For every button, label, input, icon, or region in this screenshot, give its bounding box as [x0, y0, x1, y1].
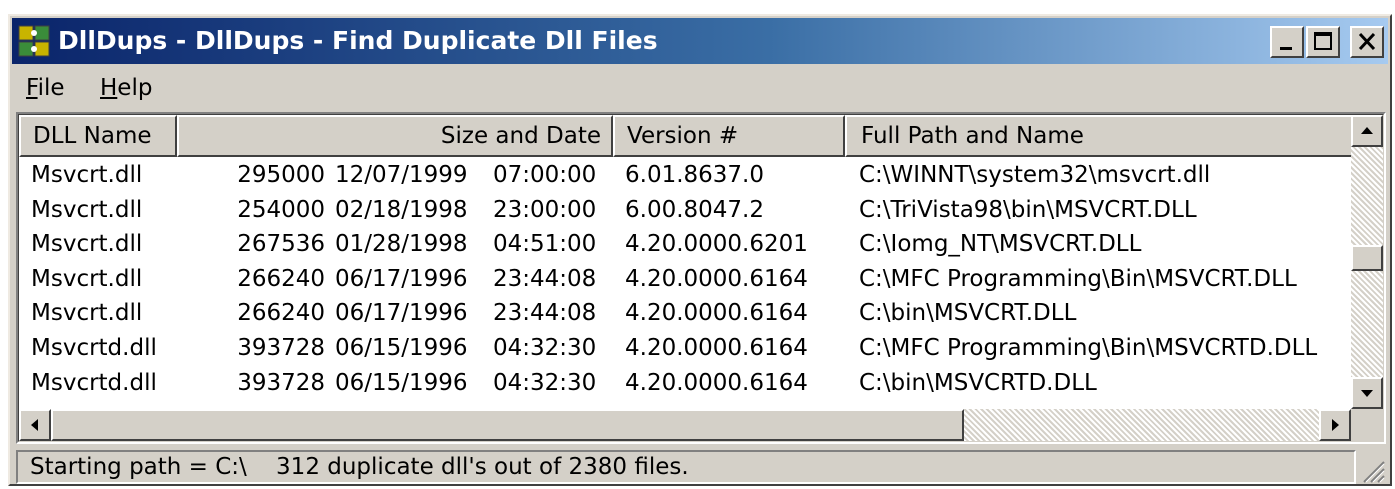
cell-version: 4.20.0000.6164 — [625, 334, 808, 361]
scroll-up-button[interactable] — [1351, 115, 1383, 147]
vertical-scrollbar[interactable] — [1351, 115, 1383, 409]
cell-size: 254000 — [237, 196, 325, 223]
menu-help-accel: H — [100, 75, 118, 101]
cell-version: 4.20.0000.6164 — [625, 369, 808, 396]
horizontal-scroll-thumb[interactable] — [51, 409, 964, 441]
maximize-button[interactable] — [1306, 26, 1340, 58]
cell-date: 06/15/1996 — [335, 369, 468, 396]
cell-size: 393728 — [237, 369, 325, 396]
cell-version: 6.00.8047.2 — [625, 196, 764, 223]
menu-help[interactable]: Help — [100, 68, 152, 108]
cell-name: Msvcrtd.dll — [31, 369, 157, 396]
table-row[interactable]: Msvcrt.dll 266240 06/17/1996 23:44:08 4.20.0… — [19, 296, 1349, 331]
minimize-button[interactable] — [1270, 26, 1304, 58]
menu-help-label: elp — [117, 75, 153, 101]
cell-size: 267536 — [237, 231, 325, 258]
cell-date: 02/18/1998 — [335, 196, 468, 223]
cell-name: Msvcrtd.dll — [31, 334, 157, 361]
list-rows: Msvcrt.dll 295000 12/07/1999 07:00:00 6.01.8… — [19, 158, 1349, 400]
table-row[interactable]: Msvcrt.dll 295000 12/07/1999 07:00:00 6.01.8… — [19, 158, 1349, 193]
cell-path: C:\MFC Programming\Bin\MSVCRT.DLL — [859, 265, 1297, 292]
cell-date: 06/17/1996 — [335, 265, 468, 292]
arrow-up-icon — [1361, 127, 1373, 134]
cell-size: 266240 — [237, 265, 325, 292]
cell-name: Msvcrt.dll — [31, 300, 143, 327]
cell-version: 4.20.0000.6164 — [625, 300, 808, 327]
cell-version: 4.20.0000.6201 — [625, 231, 808, 258]
cell-version: 6.01.8637.0 — [625, 162, 764, 188]
column-header-full-path[interactable]: Full Path and Name — [845, 115, 1359, 157]
cell-name: Msvcrt.dll — [31, 162, 143, 188]
column-header-version[interactable]: Version # — [613, 115, 845, 157]
scrollbar-corner — [1351, 409, 1383, 441]
cell-date: 06/15/1996 — [335, 334, 468, 361]
main-window: DllDups - DllDups - Find Duplicate Dll F… — [8, 14, 1392, 486]
cell-name: Msvcrt.dll — [31, 265, 143, 292]
dll-puzzle-icon[interactable] — [18, 25, 50, 57]
cell-time: 04:51:00 — [493, 231, 597, 258]
menu-file-label: ile — [37, 75, 65, 101]
title-bar[interactable]: DllDups - DllDups - Find Duplicate Dll F… — [12, 18, 1388, 64]
cell-time: 23:44:08 — [493, 300, 597, 327]
status-text: Starting path = C:\ 312 duplicate dll's … — [16, 450, 1356, 484]
dll-list-view[interactable]: DLL Name Size and Date Version # Full Pa… — [16, 112, 1386, 444]
cell-path: C:\TriVista98\bin\MSVCRT.DLL — [859, 196, 1197, 223]
horizontal-scrollbar[interactable] — [19, 409, 1351, 441]
column-header-size-date[interactable]: Size and Date — [177, 115, 613, 157]
cell-time: 04:32:30 — [493, 334, 597, 361]
cell-size: 393728 — [237, 334, 325, 361]
minimize-icon — [1280, 47, 1292, 50]
table-row[interactable]: Msvcrt.dll 266240 06/17/1996 23:44:08 4.20.0… — [19, 262, 1349, 297]
cell-name: Msvcrt.dll — [31, 196, 143, 223]
maximize-icon — [1314, 32, 1332, 50]
cell-time: 04:32:30 — [493, 369, 597, 396]
cell-size: 295000 — [237, 162, 325, 188]
status-bar: Starting path = C:\ 312 duplicate dll's … — [16, 450, 1386, 484]
cell-size: 266240 — [237, 300, 325, 327]
cell-name: Msvcrt.dll — [31, 231, 143, 258]
cell-time: 23:44:08 — [493, 265, 597, 292]
cell-time: 07:00:00 — [493, 162, 597, 188]
resize-grip-icon[interactable] — [1356, 454, 1386, 484]
arrow-right-icon — [1332, 419, 1339, 431]
cell-path: C:\bin\MSVCRTD.DLL — [859, 369, 1097, 396]
vertical-scroll-thumb[interactable] — [1351, 244, 1383, 271]
table-row[interactable]: Msvcrtd.dll 393728 06/15/1996 04:32:30 4.20.… — [19, 331, 1349, 366]
cell-time: 23:00:00 — [493, 196, 597, 223]
cell-path: C:\WINNT\system32\msvcrt.dll — [859, 162, 1211, 188]
cell-path: C:\MFC Programming\Bin\MSVCRTD.DLL — [859, 334, 1318, 361]
close-button[interactable] — [1350, 26, 1384, 58]
table-row[interactable]: Msvcrtd.dll 393728 06/15/1996 04:32:30 4.20.… — [19, 366, 1349, 401]
cell-version: 4.20.0000.6164 — [625, 265, 808, 292]
menu-file-accel: F — [26, 75, 38, 101]
arrow-down-icon — [1361, 390, 1373, 397]
cell-path: C:\bin\MSVCRT.DLL — [859, 300, 1077, 327]
table-row[interactable]: Msvcrt.dll 254000 02/18/1998 23:00:00 6.00.8… — [19, 193, 1349, 228]
close-icon — [1358, 32, 1376, 51]
list-header: DLL Name Size and Date Version # Full Pa… — [19, 115, 1359, 157]
cell-date: 06/17/1996 — [335, 300, 468, 327]
menu-file[interactable]: File — [26, 68, 65, 108]
column-header-dll-name[interactable]: DLL Name — [19, 115, 177, 157]
cell-date: 01/28/1998 — [335, 231, 468, 258]
scroll-down-button[interactable] — [1351, 377, 1383, 409]
arrow-left-icon — [31, 419, 38, 431]
cell-date: 12/07/1999 — [335, 162, 468, 188]
scroll-right-button[interactable] — [1319, 409, 1351, 441]
window-title: DllDups - DllDups - Find Duplicate Dll F… — [58, 26, 658, 55]
scroll-left-button[interactable] — [19, 409, 51, 441]
table-row[interactable]: Msvcrt.dll 267536 01/28/1998 04:51:00 4.20.0… — [19, 227, 1349, 262]
cell-path: C:\Iomg_NT\MSVCRT.DLL — [859, 231, 1142, 258]
